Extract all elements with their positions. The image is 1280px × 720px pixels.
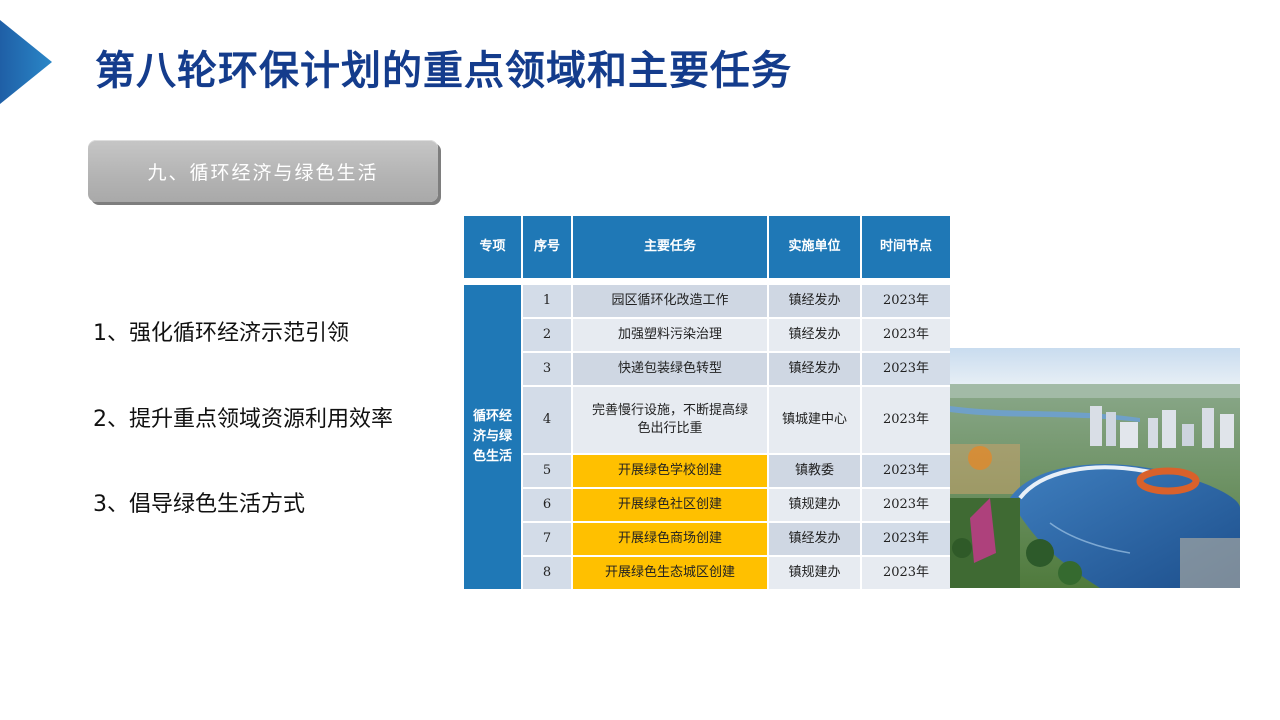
time-cell: 2023年 — [860, 453, 952, 489]
time-cell: 2023年 — [860, 283, 952, 319]
unit-cell: 镇城建中心 — [767, 385, 862, 455]
seq-cell: 7 — [521, 521, 573, 557]
time-cell: 2023年 — [860, 555, 952, 591]
seq-cell: 4 — [521, 385, 573, 455]
eco-city-aerial-image — [950, 348, 1240, 588]
task-cell: 开展绿色商场创建 — [571, 521, 769, 557]
header-unit: 实施单位 — [767, 214, 862, 280]
table-header-row: 专项 序号 主要任务 实施单位 时间节点 — [462, 214, 952, 280]
task-cell: 开展绿色生态城区创建 — [571, 555, 769, 591]
table-row: 5 开展绿色学校创建 镇教委 2023年 — [463, 453, 952, 489]
table-row: 2 加强塑料污染治理 镇经发办 2023年 — [463, 317, 952, 353]
seq-cell: 5 — [521, 453, 573, 489]
task-cell: 开展绿色社区创建 — [571, 487, 769, 523]
task-cell: 快递包装绿色转型 — [571, 351, 769, 387]
seq-cell: 3 — [521, 351, 573, 387]
task-cell: 开展绿色学校创建 — [571, 453, 769, 489]
task-cell: 完善慢行设施，不断提高绿色出行比重 — [571, 385, 769, 455]
table-row: 循环经济与绿色生活 1 园区循环化改造工作 镇经发办 2023年 — [462, 283, 952, 591]
unit-cell: 镇经发办 — [767, 351, 862, 387]
unit-cell: 镇规建办 — [767, 487, 862, 523]
key-point-3: 3、倡导绿色生活方式 — [93, 492, 305, 517]
task-cell: 加强塑料污染治理 — [571, 317, 769, 353]
header-seq: 序号 — [521, 214, 573, 280]
unit-cell: 镇规建办 — [767, 555, 862, 591]
unit-cell: 镇经发办 — [767, 521, 862, 557]
page-title: 第八轮环保计划的重点领域和主要任务 — [95, 48, 792, 94]
table-row: 8 开展绿色生态城区创建 镇规建办 2023年 — [463, 555, 952, 591]
seq-cell: 8 — [521, 555, 573, 591]
time-cell: 2023年 — [860, 487, 952, 523]
table-row: 6 开展绿色社区创建 镇规建办 2023年 — [463, 487, 952, 523]
unit-cell: 镇经发办 — [767, 317, 862, 353]
table-row: 4 完善慢行设施，不断提高绿色出行比重 镇城建中心 2023年 — [463, 385, 952, 455]
seq-cell: 6 — [521, 487, 573, 523]
header-task: 主要任务 — [571, 214, 769, 280]
key-point-1: 1、强化循环经济示范引领 — [93, 321, 349, 346]
table-row: 3 快递包装绿色转型 镇经发办 2023年 — [463, 351, 952, 387]
key-point-2: 2、提升重点领域资源利用效率 — [93, 407, 393, 432]
time-cell: 2023年 — [860, 317, 952, 353]
seq-cell: 1 — [521, 283, 573, 319]
time-cell: 2023年 — [860, 385, 952, 455]
seq-cell: 2 — [521, 317, 573, 353]
unit-cell: 镇教委 — [767, 453, 862, 489]
section-label-button[interactable]: 九、循环经济与绿色生活 — [88, 140, 438, 202]
time-cell: 2023年 — [860, 521, 952, 557]
table-row: 7 开展绿色商场创建 镇经发办 2023年 — [463, 521, 952, 557]
time-cell: 2023年 — [860, 351, 952, 387]
task-table: 专项 序号 主要任务 实施单位 时间节点 循环经济与绿色生活 1 园区循环化改造… — [462, 214, 952, 591]
unit-cell: 镇经发办 — [767, 283, 862, 319]
header-category: 专项 — [462, 214, 523, 280]
task-cell: 园区循环化改造工作 — [571, 283, 769, 319]
title-arrow-icon — [0, 20, 52, 104]
category-cell: 循环经济与绿色生活 — [462, 283, 523, 591]
header-time: 时间节点 — [860, 214, 952, 280]
